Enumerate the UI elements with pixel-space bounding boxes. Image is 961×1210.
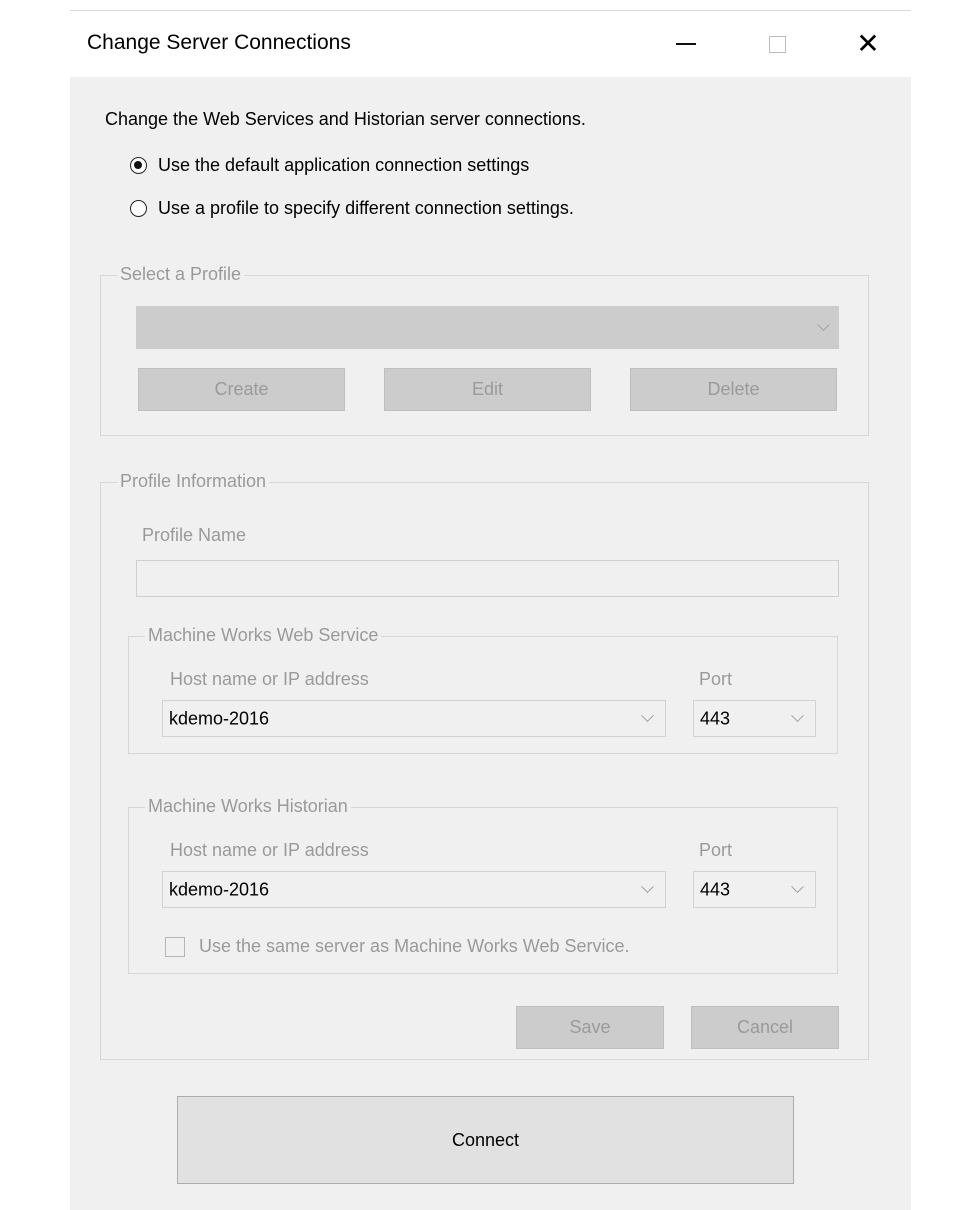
- web-service-host-select[interactable]: kdemo-2016: [162, 700, 666, 737]
- cancel-button[interactable]: Cancel: [691, 1006, 839, 1049]
- historian-port-select[interactable]: 443: [693, 871, 816, 908]
- radio-default-label: Use the default application connection s…: [158, 155, 530, 175]
- profile-name-label: Profile Name: [142, 525, 247, 545]
- maximize-icon: [768, 35, 786, 53]
- title-bar: Change Server Connections ✕: [70, 11, 911, 77]
- web-service-legend: Machine Works Web Service: [145, 625, 382, 646]
- edit-button[interactable]: Edit: [384, 368, 591, 411]
- save-button[interactable]: Save: [516, 1006, 664, 1049]
- web-service-host-value: kdemo-2016: [169, 708, 270, 728]
- select-profile-legend: Select a Profile: [117, 264, 245, 285]
- web-service-port-label: Port: [699, 669, 733, 689]
- radio-default-settings[interactable]: Use the default application connection s…: [130, 155, 529, 176]
- web-service-group: Machine Works Web Service Host name or I…: [128, 625, 838, 754]
- chevron-down-icon: [816, 318, 830, 335]
- historian-port-value: 443: [700, 879, 731, 899]
- web-service-host-label: Host name or IP address: [170, 669, 369, 689]
- historian-legend: Machine Works Historian: [145, 796, 351, 817]
- profile-name-field[interactable]: [136, 560, 839, 597]
- radio-profile-label: Use a profile to specify different conne…: [158, 198, 574, 218]
- web-service-port-value: 443: [700, 708, 731, 728]
- minimize-button[interactable]: [653, 11, 719, 77]
- chevron-down-icon: [629, 872, 665, 907]
- historian-host-value: kdemo-2016: [169, 879, 270, 899]
- same-server-label: Use the same server as Machine Works Web…: [199, 936, 630, 956]
- chevron-down-icon: [779, 701, 815, 736]
- radio-button-checked[interactable]: [130, 157, 147, 174]
- radio-button-unchecked[interactable]: [130, 200, 147, 217]
- delete-button[interactable]: Delete: [630, 368, 837, 411]
- historian-port-label: Port: [699, 840, 733, 860]
- change-server-connections-dialog: Change Server Connections ✕ Change the W…: [70, 10, 911, 1210]
- profile-select[interactable]: [136, 306, 839, 349]
- intro-text: Change the Web Services and Historian se…: [105, 109, 586, 129]
- same-server-checkbox[interactable]: [165, 936, 185, 957]
- chevron-down-icon: [779, 872, 815, 907]
- create-button[interactable]: Create: [138, 368, 345, 411]
- radio-profile-settings[interactable]: Use a profile to specify different conne…: [130, 198, 574, 219]
- profile-information-group: Profile Information Profile Name Machine…: [100, 471, 869, 1060]
- maximize-button: [744, 11, 810, 77]
- minimize-icon: [676, 43, 696, 45]
- connect-button[interactable]: Connect: [177, 1096, 794, 1184]
- close-button[interactable]: ✕: [835, 11, 901, 77]
- chevron-down-icon: [629, 701, 665, 736]
- same-server-option[interactable]: Use the same server as Machine Works Web…: [165, 936, 630, 957]
- web-service-port-select[interactable]: 443: [693, 700, 816, 737]
- close-icon: ✕: [856, 27, 880, 60]
- select-profile-group: Select a Profile Create Edit Delete: [100, 264, 869, 436]
- historian-group: Machine Works Historian Host name or IP …: [128, 796, 838, 974]
- window-title: Change Server Connections: [87, 31, 351, 54]
- historian-host-label: Host name or IP address: [170, 840, 369, 860]
- profile-information-legend: Profile Information: [117, 471, 270, 492]
- historian-host-select[interactable]: kdemo-2016: [162, 871, 666, 908]
